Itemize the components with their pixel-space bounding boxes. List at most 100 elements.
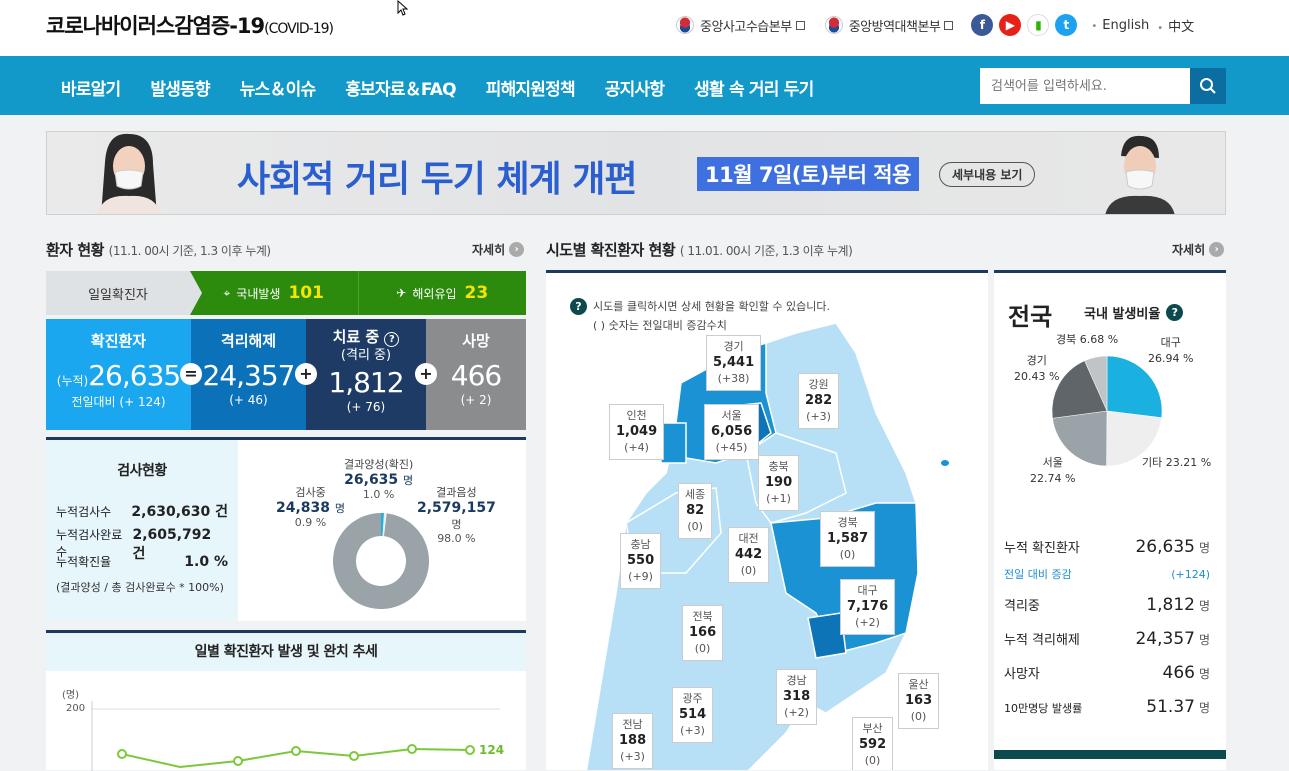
region-label-gangwon[interactable]: 강원 282 (+3) xyxy=(798,373,840,429)
region-delta: (+38) xyxy=(717,372,750,385)
positive-value: 26,635 xyxy=(344,472,399,488)
lang-chinese[interactable]: 中文 xyxy=(1157,16,1194,35)
region-label-gyeonggi[interactable]: 경기 5,441 (+38) xyxy=(706,335,762,391)
daily-confirmed: 일일확진자 ⌖ 국내발생 101 ✈ 해외유입 23 xyxy=(46,271,526,315)
domestic-label: 국내발생 xyxy=(236,286,281,301)
region-label-seoul[interactable]: 서울 6,056 (+45) xyxy=(704,404,760,460)
region-name: 인천 xyxy=(626,409,647,422)
nation-row-rate: 10만명당 발생률 51.37 명 xyxy=(1004,697,1210,717)
trend-unit: (명) xyxy=(62,690,80,701)
overseas-cases[interactable]: ✈ 해외유입 23 xyxy=(357,271,526,315)
blog-icon[interactable]: ▮ xyxy=(1027,14,1050,36)
region-label-busan[interactable]: 부산 592 (0) xyxy=(852,717,894,770)
banner-date: 11월 7일(토)부터 적용 xyxy=(697,157,919,191)
region-delta: (0) xyxy=(694,642,711,655)
pie-label-daegu: 대구 26.94 % xyxy=(1148,335,1193,367)
trend-point[interactable] xyxy=(233,756,243,766)
stat-delta: (+ 76) xyxy=(346,400,386,414)
regions-title: 시도별 확진환자 현황 ( 11.01. 00시 기준, 1.3 이후 누계) xyxy=(546,239,853,260)
region-value: 550 xyxy=(627,553,655,568)
search-button[interactable] xyxy=(1190,68,1226,104)
stat-title: 확진환자 xyxy=(90,332,147,350)
nav-item-about[interactable]: 바로알기 xyxy=(61,75,121,100)
nation-row-value: 51.37 xyxy=(1146,697,1195,717)
stat-value: 24,357 xyxy=(202,359,296,392)
nav-item-trends[interactable]: 발생동향 xyxy=(150,75,210,100)
region-value: 7,176 xyxy=(847,599,889,614)
region-label-sejong[interactable]: 세종 82 (0) xyxy=(678,483,713,539)
patients-more-link[interactable]: 자세히 › xyxy=(472,241,525,258)
region-label-daegu[interactable]: 대구 7,176 (+2) xyxy=(840,579,896,635)
region-label-chungnam[interactable]: 충남 550 (+9) xyxy=(620,533,662,589)
test-note: (결과양성 / 총 검사완료수 * 100%) xyxy=(56,581,224,594)
trend-point[interactable] xyxy=(291,746,301,756)
nav-item-distancing[interactable]: 생활 속 거리 두기 xyxy=(694,75,814,100)
stat-title: 치료 중 ? (격리 중) xyxy=(306,330,426,363)
test-row-label: 누적확진율 xyxy=(56,555,112,569)
facebook-icon[interactable]: f xyxy=(971,14,994,36)
region-incheon[interactable] xyxy=(660,422,687,464)
stat-confirmed[interactable]: 확진환자 (누적)26,635 전일대비 (+ 124) xyxy=(46,319,191,430)
pie-label-name: 대구 xyxy=(1160,336,1181,349)
region-delta: (+1) xyxy=(766,492,791,505)
nav-item-news[interactable]: 뉴스＆이슈 xyxy=(240,75,316,100)
nav-item-faq[interactable]: 홍보자료＆FAQ xyxy=(345,75,456,100)
mouse-cursor-icon xyxy=(397,0,409,16)
nav-item-support[interactable]: 피해지원정책 xyxy=(486,75,576,100)
region-delta: (+2) xyxy=(855,616,880,629)
nation-row-label: 격리중 xyxy=(1004,599,1040,614)
daily-label: 일일확진자 xyxy=(46,271,202,315)
region-label-daejeon[interactable]: 대전 442 (0) xyxy=(728,527,770,583)
stat-treating[interactable]: 치료 중 ? (격리 중) 1,812 (+ 76) xyxy=(306,319,426,430)
overseas-value: 23 xyxy=(464,283,489,303)
domestic-cases[interactable]: ⌖ 국내발생 101 xyxy=(190,271,358,315)
region-label-jeonbuk[interactable]: 전북 166 (0) xyxy=(682,605,724,661)
nation-row-deaths: 사망자 466 명 xyxy=(1004,663,1210,683)
lang-english[interactable]: English xyxy=(1091,18,1149,33)
link-central-disease[interactable]: 중앙방역대책본부 xyxy=(824,16,954,35)
twitter-icon[interactable]: t xyxy=(1055,14,1078,36)
regions-subtitle: ( 11.01. 00시 기준, 1.3 이후 누계) xyxy=(679,244,853,258)
stat-released[interactable]: 격리해제 24,357 (+ 46) xyxy=(191,319,306,430)
stat-value: 466 xyxy=(450,359,502,392)
nation-row-confirmed: 누적 확진환자 26,635 명 xyxy=(1004,537,1210,557)
region-label-gwangju[interactable]: 광주 514 (+3) xyxy=(672,687,714,743)
trend-point[interactable] xyxy=(465,745,475,755)
trend-point[interactable] xyxy=(117,749,127,759)
banner[interactable]: 사회적 거리 두기 체계 개편 11월 7일(토)부터 적용 세부내용 보기 xyxy=(46,131,1226,215)
search-input[interactable] xyxy=(980,68,1190,104)
patient-stats: 확진환자 (누적)26,635 전일대비 (+ 124) = 격리해제 24,3… xyxy=(46,319,526,430)
overseas-label: 해외유입 xyxy=(412,286,457,301)
regions-more-link[interactable]: 자세히 › xyxy=(1172,241,1225,258)
unit: 명 xyxy=(403,474,414,487)
region-name: 경남 xyxy=(786,674,807,687)
nation-row-delta: 전일 대비 증감 (+124) xyxy=(1004,566,1210,582)
confirmed-value: 26,635 xyxy=(88,359,181,392)
region-label-ulsan[interactable]: 울산 163 (0) xyxy=(898,673,940,729)
test-row-label: 누적검사수 xyxy=(56,505,112,519)
link-central-accident[interactable]: 중앙사고수습본부 xyxy=(676,16,805,35)
region-value: 188 xyxy=(619,733,647,748)
region-label-chungbuk[interactable]: 충북 190 (+1) xyxy=(758,455,800,511)
region-value: 6,056 xyxy=(711,424,753,439)
help-icon[interactable]: ? xyxy=(1166,304,1184,321)
stat-delta: (+ 2) xyxy=(460,393,492,407)
site-title[interactable]: 코로나바이러스감염증-19(COVID-19) xyxy=(46,10,334,40)
nav-item-notice[interactable]: 공지사항 xyxy=(605,75,665,100)
stat-deaths[interactable]: 사망 466 (+ 2) xyxy=(426,319,526,430)
pie-label-seoul: 서울 22.74 % xyxy=(1030,455,1075,487)
help-icon[interactable]: ? xyxy=(384,332,400,347)
region-label-jeonnam[interactable]: 전남 188 (+3) xyxy=(612,713,654,769)
region-label-gyeongbuk[interactable]: 경북 1,587 (0) xyxy=(820,511,876,567)
youtube-icon[interactable]: ▶ xyxy=(999,14,1022,36)
region-label-incheon[interactable]: 인천 1,049 (+4) xyxy=(609,404,665,460)
nation-bottom-bar xyxy=(994,750,1226,759)
region-label-gyeongnam[interactable]: 경남 318 (+2) xyxy=(776,669,818,725)
region-value: 282 xyxy=(805,393,833,408)
region-delta: (+3) xyxy=(680,724,705,737)
banner-more-button[interactable]: 세부내용 보기 xyxy=(939,162,1036,187)
positive-pct: 1.0 % xyxy=(362,488,395,501)
trend-point[interactable] xyxy=(407,744,417,754)
region-name: 울산 xyxy=(908,678,929,691)
region-value: 1,587 xyxy=(827,531,869,546)
